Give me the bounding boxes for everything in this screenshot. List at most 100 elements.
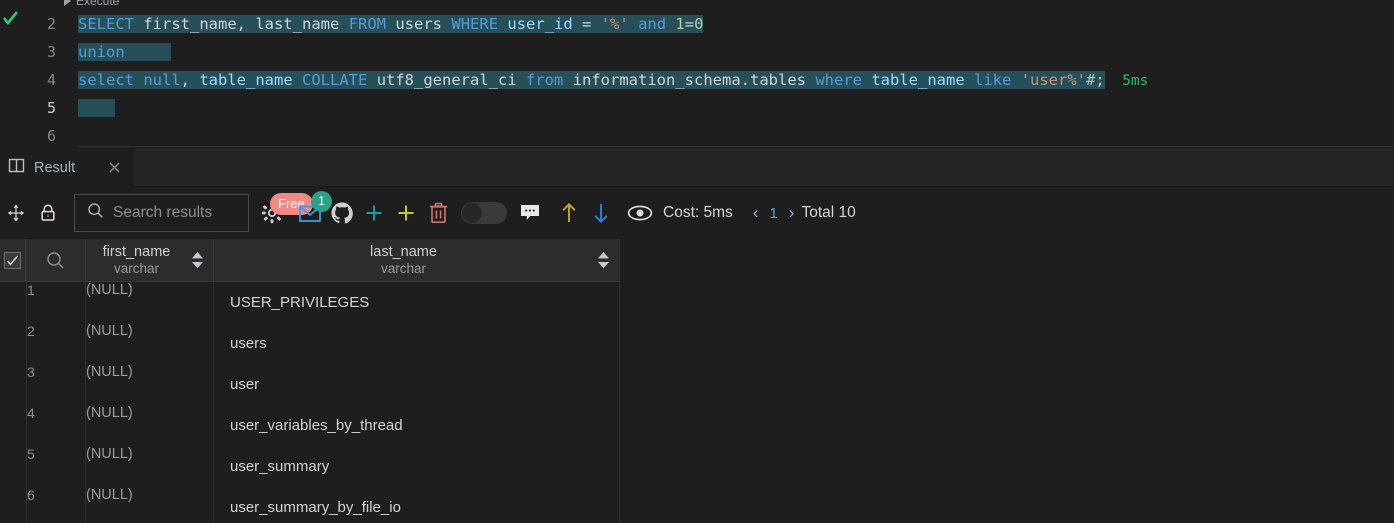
search-input[interactable]: Search results: [74, 194, 249, 232]
row-checkbox-cell[interactable]: [0, 364, 26, 405]
sql-token: null: [143, 71, 181, 89]
sql-token: ,: [236, 15, 256, 33]
table-row[interactable]: 2 (NULL) users: [0, 323, 620, 364]
row-index: 3: [26, 364, 86, 405]
search-placeholder: Search results: [113, 204, 213, 221]
sql-token: COLLATE: [302, 71, 368, 89]
row-checkbox-cell[interactable]: [0, 405, 26, 446]
toggle-switch[interactable]: [461, 202, 507, 224]
sql-token: utf8_general_ci: [376, 71, 517, 89]
sql-token: SELECT: [78, 15, 134, 33]
sql-editor[interactable]: Execute 2 3 4 5 6 SELECT first_name, las…: [0, 0, 1394, 148]
table-row[interactable]: 3 (NULL) user: [0, 364, 620, 405]
table-row[interactable]: 4 (NULL) user_variables_by_thread: [0, 405, 620, 446]
cell-first_name[interactable]: (NULL): [86, 364, 214, 405]
cell-last_name[interactable]: user: [214, 364, 620, 405]
row-checkbox-cell[interactable]: [0, 323, 26, 364]
row-index: 5: [26, 446, 86, 487]
row-index: 4: [26, 405, 86, 446]
sort-arrows-icon[interactable]: [187, 251, 207, 269]
cell-last_name[interactable]: user_summary: [214, 446, 620, 487]
cell-last_name[interactable]: USER_PRIVILEGES: [214, 282, 620, 323]
cell-first_name[interactable]: (NULL): [86, 282, 214, 323]
row-index: 6: [26, 487, 86, 523]
row-checkbox-cell[interactable]: [0, 487, 26, 523]
sql-token: like: [974, 71, 1012, 89]
inline-exec-time: 5ms: [1104, 73, 1149, 89]
arrow-down-icon[interactable]: [585, 196, 617, 230]
cell-first_name[interactable]: (NULL): [86, 446, 214, 487]
line-number: 4: [46, 71, 56, 89]
eye-icon[interactable]: [624, 196, 656, 230]
execute-button[interactable]: Execute: [64, 0, 119, 8]
chevron-right-icon[interactable]: ›: [782, 203, 802, 223]
arrow-up-icon[interactable]: [553, 196, 585, 230]
sql-token: =: [572, 15, 601, 33]
row-checkbox-cell[interactable]: [0, 446, 26, 487]
table-row[interactable]: 5 (NULL) user_summary: [0, 446, 620, 487]
sql-token: 'user%': [1020, 71, 1087, 89]
add-teal-button[interactable]: [358, 196, 390, 230]
sql-token: users: [395, 15, 443, 33]
chevron-left-icon[interactable]: ‹: [746, 203, 766, 223]
column-type: varchar: [380, 260, 426, 276]
sql-token: and: [638, 15, 667, 33]
mail-icon[interactable]: 1: [294, 191, 332, 230]
cell-first_name[interactable]: (NULL): [86, 323, 214, 364]
row-search-icon[interactable]: [26, 239, 86, 281]
gear-icon[interactable]: Free: [257, 193, 313, 230]
sql-token: user_id: [507, 15, 573, 33]
move-arrows-icon[interactable]: [0, 196, 32, 230]
sort-arrows-icon[interactable]: [593, 251, 613, 269]
add-yellow-button[interactable]: [390, 196, 422, 230]
column-header-first_name[interactable]: first_name varchar: [86, 239, 214, 281]
cell-last_name[interactable]: users: [214, 323, 620, 364]
trash-icon[interactable]: [422, 196, 454, 230]
cell-last_name[interactable]: user_summary_by_file_io: [214, 487, 620, 523]
split-panel-icon: [8, 157, 25, 179]
sql-token: from: [526, 71, 564, 89]
code-line[interactable]: union: [78, 38, 1394, 66]
result-toolbar: Search results Free 1 Cost: 5ms ‹ 1 › To…: [0, 187, 1394, 239]
row-index: 2: [26, 323, 86, 364]
cell-first_name[interactable]: (NULL): [86, 405, 214, 446]
comment-icon[interactable]: [514, 196, 546, 230]
tab-result[interactable]: Result: [0, 149, 134, 187]
selected-text: select null, table_name COLLATE utf8_gen…: [78, 71, 1105, 89]
column-header-last_name[interactable]: last_name varchar: [214, 239, 620, 281]
code-line[interactable]: [78, 94, 1394, 122]
lock-icon[interactable]: [32, 196, 64, 230]
sql-token: union: [78, 43, 125, 61]
line-number: 2: [46, 15, 56, 33]
table-row[interactable]: 1 (NULL) USER_PRIVILEGES: [0, 282, 620, 323]
cell-first_name[interactable]: (NULL): [86, 487, 214, 523]
line-number-gutter: 2 3 4 5 6: [0, 10, 70, 150]
table-row[interactable]: 6 (NULL) user_summary_by_file_io: [0, 487, 620, 523]
sql-token: 1: [675, 15, 685, 33]
table-right-border: [619, 239, 620, 523]
sql-client-window: Execute 2 3 4 5 6 SELECT first_name, las…: [0, 0, 1394, 523]
close-icon[interactable]: [107, 160, 122, 175]
sql-code[interactable]: SELECT first_name, last_name FROM users …: [78, 10, 1394, 150]
select-all-checkbox[interactable]: [0, 239, 26, 281]
cell-last_name[interactable]: user_variables_by_thread: [214, 405, 620, 446]
row-checkbox-cell[interactable]: [0, 282, 26, 323]
github-icon[interactable]: [326, 196, 358, 230]
code-line[interactable]: SELECT first_name, last_name FROM users …: [78, 10, 1394, 38]
line-number: 6: [46, 127, 56, 145]
code-line[interactable]: select null, table_name COLLATE utf8_gen…: [78, 66, 1394, 94]
page-number[interactable]: 1: [765, 205, 781, 222]
